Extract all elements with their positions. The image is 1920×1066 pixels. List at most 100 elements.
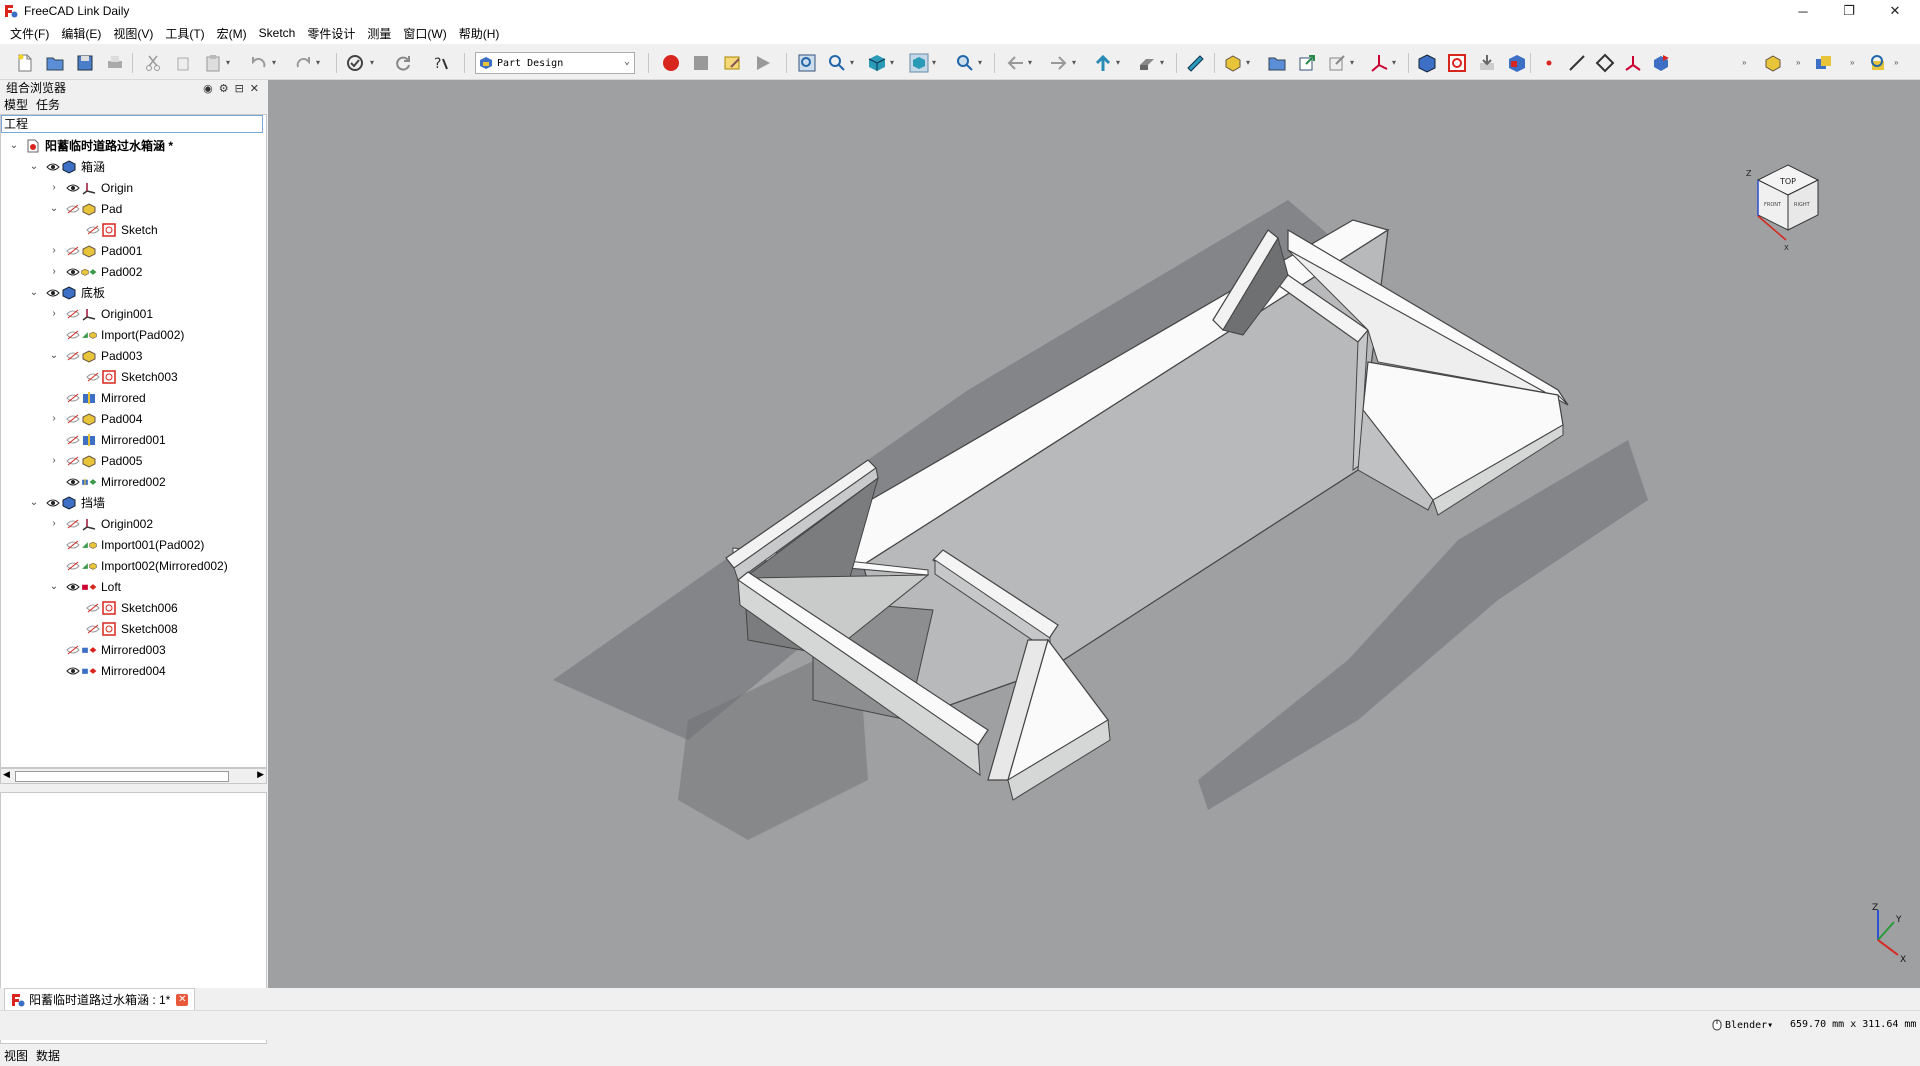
tree-item[interactable]: Sketch006 <box>71 597 178 618</box>
copy-icon[interactable] <box>172 52 194 74</box>
hidden-eye-icon[interactable] <box>65 350 81 362</box>
tree-item[interactable]: Sketch008 <box>71 618 178 639</box>
visibility-eye-icon[interactable] <box>65 182 81 194</box>
visibility-eye-icon[interactable] <box>65 665 81 677</box>
inspect-icon[interactable] <box>1868 52 1890 74</box>
sketch-plane-icon[interactable] <box>1594 52 1616 74</box>
tree-item[interactable]: › Pad004 <box>51 408 142 429</box>
document-tab[interactable]: 阳蓄临时道路过水箱涵 : 1* ✕ <box>4 988 196 1010</box>
expand-toggle-icon[interactable]: ⌄ <box>49 350 59 361</box>
boolean-icon[interactable] <box>1812 52 1834 74</box>
visibility-eye-icon[interactable] <box>45 287 61 299</box>
hidden-eye-icon[interactable] <box>85 371 101 383</box>
tree-item[interactable]: ⌄ 箱涵 <box>29 156 105 177</box>
close-window-button[interactable]: ✕ <box>1872 0 1918 22</box>
tree-item[interactable]: › Pad002 <box>51 261 142 282</box>
expand-toggle-icon[interactable]: ⌄ <box>29 161 39 172</box>
tree-item[interactable]: › Origin002 <box>51 513 153 534</box>
menu-tools[interactable]: 工具(T) <box>159 25 210 42</box>
navigation-style[interactable]: Blender ▾ <box>1712 1019 1773 1031</box>
panel-close-icon[interactable]: ✕ <box>250 81 259 97</box>
datum-axis-icon[interactable] <box>1368 52 1390 74</box>
visibility-eye-icon[interactable] <box>45 497 61 509</box>
link-icon[interactable] <box>1136 52 1158 74</box>
expand-toggle-icon[interactable]: › <box>49 308 59 319</box>
hidden-eye-icon[interactable] <box>65 644 81 656</box>
expand-toggle-icon[interactable]: ⌄ <box>49 203 59 214</box>
tree-item[interactable]: › Origin001 <box>51 303 153 324</box>
restore-button[interactable]: ❐ <box>1826 0 1872 22</box>
navcube-top-label[interactable]: TOP <box>1779 177 1796 186</box>
visibility-eye-icon[interactable] <box>65 581 81 593</box>
tree-item[interactable]: Mirrored002 <box>51 471 166 492</box>
expand-toggle-icon[interactable]: ⌄ <box>29 287 39 298</box>
visibility-eye-icon[interactable] <box>65 476 81 488</box>
menu-macro[interactable]: 宏(M) <box>211 25 253 42</box>
redo-icon[interactable] <box>292 52 314 74</box>
import-shape-icon[interactable] <box>1476 52 1498 74</box>
scroll-left-icon[interactable]: ◀ <box>3 769 10 780</box>
tree-item[interactable]: Mirrored004 <box>51 660 166 681</box>
open-folder-icon[interactable] <box>44 52 66 74</box>
hidden-eye-icon[interactable] <box>65 245 81 257</box>
expand-toggle-icon[interactable]: › <box>49 182 59 193</box>
tree-item[interactable]: Mirrored003 <box>51 639 166 660</box>
hidden-eye-icon[interactable] <box>65 434 81 446</box>
hidden-eye-icon[interactable] <box>65 329 81 341</box>
print-icon[interactable] <box>104 52 126 74</box>
hidden-eye-icon[interactable] <box>65 455 81 467</box>
fit-all-icon[interactable] <box>796 52 818 74</box>
hidden-eye-icon[interactable] <box>65 560 81 572</box>
tree-item[interactable]: › Pad001 <box>51 240 142 261</box>
sketch-line-icon[interactable] <box>1566 52 1588 74</box>
expand-toggle-icon[interactable]: › <box>49 413 59 424</box>
pad-icon[interactable] <box>1762 52 1784 74</box>
clone-icon[interactable] <box>1650 52 1672 74</box>
expand-toggle-icon[interactable]: › <box>49 455 59 466</box>
menu-file[interactable]: 文件(F) <box>4 25 55 42</box>
menu-view[interactable]: 视图(V) <box>107 25 159 42</box>
save-icon[interactable] <box>74 52 96 74</box>
hidden-eye-icon[interactable] <box>65 203 81 215</box>
bounding-box-icon[interactable] <box>908 52 930 74</box>
fit-selection-icon[interactable] <box>826 52 848 74</box>
cut-icon[interactable] <box>142 52 164 74</box>
macro-record-icon[interactable] <box>660 52 682 74</box>
tree-item[interactable]: ⌄ 阳蓄临时道路过水箱涵 * <box>10 135 173 156</box>
expand-toggle-icon[interactable]: › <box>49 245 59 256</box>
menu-part-design[interactable]: 零件设计 <box>301 25 361 42</box>
create-body-icon[interactable] <box>1222 52 1244 74</box>
refresh-check-icon[interactable] <box>344 52 366 74</box>
forward-arrow-icon[interactable] <box>1048 52 1070 74</box>
hidden-eye-icon[interactable] <box>85 602 101 614</box>
tree-item[interactable]: › Origin <box>51 177 133 198</box>
macro-run-icon[interactable] <box>752 52 774 74</box>
box-culvert-model[interactable] <box>268 80 1920 988</box>
navigation-cube[interactable]: TOP FRONT RIGHT Z X <box>1728 150 1838 260</box>
expand-toggle-icon[interactable]: › <box>49 518 59 529</box>
hidden-eye-icon[interactable] <box>85 623 101 635</box>
tab-view[interactable]: 视图 <box>0 1046 32 1066</box>
new-sketch-icon[interactable] <box>1446 52 1468 74</box>
menu-measure[interactable]: 测量 <box>361 25 397 42</box>
panel-options-icon[interactable]: ◉ <box>203 81 213 97</box>
up-arrow-icon[interactable] <box>1092 52 1114 74</box>
measure-ruler-icon[interactable] <box>1184 52 1206 74</box>
macro-stop-icon[interactable] <box>690 52 712 74</box>
visibility-eye-icon[interactable] <box>45 161 61 173</box>
hidden-eye-icon[interactable] <box>85 224 101 236</box>
navcube-front-label[interactable]: FRONT <box>1764 202 1782 208</box>
tree-item[interactable]: Import002(Mirrored002) <box>51 555 228 576</box>
tree-horizontal-scrollbar[interactable]: ◀ ▶ <box>0 768 267 784</box>
hidden-eye-icon[interactable] <box>65 518 81 530</box>
tree-item[interactable]: ⌄ 底板 <box>29 282 105 303</box>
tree-item[interactable]: Mirrored <box>51 387 146 408</box>
hidden-eye-icon[interactable] <box>65 539 81 551</box>
whats-this-icon[interactable]: ? <box>430 52 452 74</box>
hidden-eye-icon[interactable] <box>65 392 81 404</box>
tree-item[interactable]: ⌄ Loft <box>49 576 121 597</box>
visibility-eye-icon[interactable] <box>65 266 81 278</box>
expand-toggle-icon[interactable]: ⌄ <box>49 581 59 592</box>
tree-item[interactable]: Sketch003 <box>71 366 178 387</box>
zoom-icon[interactable] <box>954 52 976 74</box>
